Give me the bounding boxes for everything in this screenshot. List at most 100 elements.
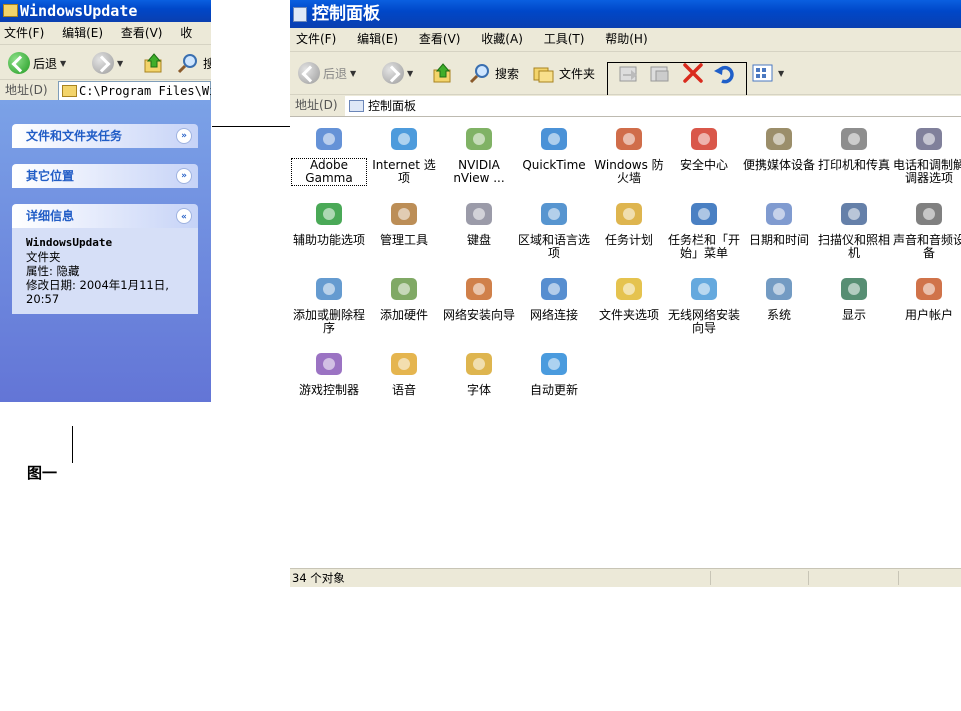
control-panel-item[interactable]: 扫描仪和照相机 — [817, 198, 891, 260]
back-button[interactable]: 后退 ▼ — [298, 61, 356, 85]
copy-to-button[interactable] — [648, 61, 672, 85]
details-body: WindowsUpdate 文件夹 属性: 隐藏 修改日期: 2004年1月11… — [12, 228, 198, 314]
status-divider — [898, 571, 899, 585]
up-folder-button[interactable] — [143, 51, 165, 75]
shield-icon — [688, 123, 720, 155]
control-panel-item[interactable]: 添加或删除程序 — [292, 273, 366, 335]
menu-file[interactable]: 文件(F) — [296, 32, 336, 46]
control-panel-item[interactable]: 系统 — [742, 273, 816, 322]
control-panel-item[interactable]: 任务栏和「开始」菜单 — [667, 198, 741, 260]
control-panel-item[interactable]: 任务计划 — [592, 198, 666, 247]
control-panel-item-label: Internet 选项 — [372, 158, 436, 185]
control-panel-item[interactable]: 管理工具 — [367, 198, 441, 247]
taskbar-icon — [688, 198, 720, 230]
control-panel-item[interactable]: 游戏控制器 — [292, 348, 366, 397]
menu-edit[interactable]: 编辑(E) — [62, 26, 103, 40]
control-panel-item-label: 字体 — [466, 383, 491, 397]
search-button[interactable]: 搜索 — [468, 61, 519, 85]
control-panel-item[interactable]: 区域和语言选项 — [517, 198, 591, 260]
control-panel-items: Adobe Gamma Internet 选项 NVIDIA nView ... Qu… — [290, 117, 961, 569]
panel-title: 详细信息 — [26, 209, 75, 223]
views-button[interactable]: ▼ — [751, 61, 784, 85]
control-panel-item-label: 管理工具 — [379, 233, 428, 247]
control-panel-item[interactable]: 添加硬件 — [367, 273, 441, 322]
firewall-icon — [613, 123, 645, 155]
control-panel-item[interactable]: 安全中心 — [667, 123, 741, 172]
control-panel-item[interactable]: 语音 — [367, 348, 441, 397]
control-panel-item[interactable]: 电话和调制解调器选项 — [892, 123, 961, 185]
expand-chevron-icon[interactable]: » — [176, 168, 192, 184]
control-panel-item[interactable]: 字体 — [442, 348, 516, 397]
control-panel-item-label: 任务栏和「开始」菜单 — [667, 233, 740, 260]
panel-header[interactable]: 其它位置 » — [12, 164, 198, 188]
folder-icon — [62, 85, 77, 97]
menu-file[interactable]: 文件(F) — [4, 26, 44, 40]
control-panel-item[interactable]: 辅助功能选项 — [292, 198, 366, 247]
control-panel-item-label: 网络安装向导 — [442, 308, 515, 322]
control-panel-item[interactable]: Windows 防火墙 — [592, 123, 666, 185]
fonts-icon — [463, 348, 495, 380]
menu-help[interactable]: 帮助(H) — [605, 32, 647, 46]
control-panel-item[interactable]: 网络安装向导 — [442, 273, 516, 322]
accessibility-icon — [313, 198, 345, 230]
address-field[interactable]: 控制面板 — [345, 96, 961, 116]
control-panel-item[interactable]: NVIDIA nView ... — [442, 123, 516, 185]
status-bar: 34 个对象 — [290, 568, 961, 587]
panel-header[interactable]: 文件和文件夹任务 » — [12, 124, 198, 148]
address-label: 地址(D) — [5, 83, 48, 97]
menu-view[interactable]: 查看(V) — [419, 32, 461, 46]
control-panel-window: 控制面板 文件(F) 编辑(E) 查看(V) 收藏(A) 工具(T) 帮助(H)… — [290, 0, 961, 587]
control-panel-item[interactable]: 网络连接 — [517, 273, 591, 322]
forward-arrow-icon — [92, 52, 114, 74]
control-panel-item-label: QuickTime — [522, 158, 586, 172]
control-panel-item[interactable]: 便携媒体设备 — [742, 123, 816, 172]
control-panel-item[interactable]: 日期和时间 — [742, 198, 816, 247]
menu-edit[interactable]: 编辑(E) — [357, 32, 398, 46]
control-panel-item-label: 用户帐户 — [904, 308, 953, 322]
control-panel-item[interactable]: 打印机和传真 — [817, 123, 891, 172]
address-field[interactable]: C:\Program Files\Wi — [58, 81, 211, 101]
collapse-chevron-icon[interactable]: » — [176, 208, 192, 224]
control-panel-item[interactable]: 用户帐户 — [892, 273, 961, 322]
control-panel-item[interactable]: 无线网络安装向导 — [667, 273, 741, 335]
control-panel-item[interactable]: 自动更新 — [517, 348, 591, 397]
undo-button[interactable] — [712, 61, 736, 85]
control-panel-item-label: 便携媒体设备 — [742, 158, 815, 172]
menu-favorites[interactable]: 收藏(A) — [481, 32, 523, 46]
expand-chevron-icon[interactable]: » — [176, 128, 192, 144]
control-panel-item-label: 扫描仪和照相机 — [817, 233, 890, 260]
control-panel-item[interactable]: Internet 选项 — [367, 123, 441, 185]
chevron-down-icon: ▼ — [60, 58, 67, 68]
forward-arrow-icon — [382, 62, 404, 84]
move-to-button[interactable] — [617, 61, 641, 85]
control-panel-item[interactable]: 文件夹选项 — [592, 273, 666, 322]
forward-button[interactable]: ▼ — [382, 61, 413, 85]
details-modified: 修改日期: 2004年1月11日, — [26, 278, 169, 292]
toolbar: 后退 ▼ ▼ 搜索 文件夹 ▼ — [290, 52, 961, 122]
menu-favorites[interactable]: 收 — [180, 26, 192, 40]
control-panel-item-label: 日期和时间 — [748, 233, 809, 247]
search-icon — [469, 64, 489, 84]
search-button[interactable]: 搜 — [176, 51, 211, 75]
task-pane: 文件和文件夹任务 » 其它位置 » 详细信息 » WindowsUpdate 文… — [0, 100, 211, 402]
home-network-icon — [463, 273, 495, 305]
control-panel-item[interactable]: 显示 — [817, 273, 891, 322]
menu-view[interactable]: 查看(V) — [121, 26, 163, 40]
folders-button[interactable]: 文件夹 — [532, 61, 595, 85]
back-button[interactable]: 后退 ▼ — [8, 51, 66, 75]
details-attributes: 属性: 隐藏 — [26, 264, 80, 278]
search-icon — [177, 54, 197, 74]
control-panel-item[interactable]: 键盘 — [442, 198, 516, 247]
control-panel-item-label: 电话和调制解调器选项 — [892, 158, 961, 185]
forward-button[interactable]: ▼ — [92, 51, 123, 75]
control-panel-item[interactable]: QuickTime — [517, 123, 591, 172]
delete-button[interactable] — [681, 61, 705, 85]
control-panel-item[interactable]: 声音和音频设备 — [892, 198, 961, 260]
toolbar: 后退 ▼ ▼ 搜 — [0, 45, 211, 80]
up-folder-button[interactable] — [432, 61, 454, 85]
panel-header[interactable]: 详细信息 » — [12, 204, 198, 228]
control-panel-item[interactable]: Adobe Gamma — [291, 123, 367, 186]
panel-file-tasks[interactable]: 文件和文件夹任务 » — [12, 124, 198, 148]
menu-tools[interactable]: 工具(T) — [544, 32, 585, 46]
panel-other-places[interactable]: 其它位置 » — [12, 164, 198, 188]
